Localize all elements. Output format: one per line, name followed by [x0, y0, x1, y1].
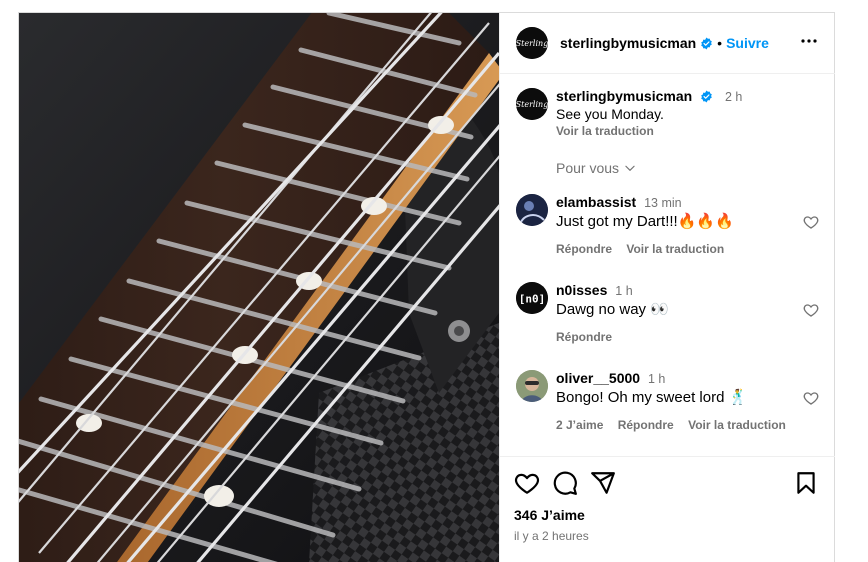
comment-like-heart-icon[interactable] [803, 214, 819, 235]
comment-text: Just got my Dart!!!🔥🔥🔥 [556, 213, 734, 230]
bookmark-icon[interactable] [793, 470, 819, 496]
comments-list[interactable]: Sterling sterlingbymusicman 2 h See you … [500, 75, 835, 455]
heart-icon[interactable] [514, 470, 540, 496]
comment-item: oliver__5000 1 h Bongo! Oh my sweet lord… [516, 370, 819, 432]
caption-translate-link[interactable]: Voir la traduction [556, 123, 819, 140]
verified-badge-icon [701, 90, 712, 103]
caption-username[interactable]: sterlingbymusicman [556, 88, 692, 104]
post-actions: 346 J’aime il y a 2 heures [500, 456, 835, 543]
caption-text: See you Monday. [556, 106, 664, 122]
comment-time: 1 h [615, 284, 633, 298]
avatar[interactable]: [n0] [516, 282, 548, 314]
comment-time: 1 h [647, 372, 666, 386]
brand-logo-icon: Sterling [516, 88, 548, 120]
chevron-down-icon [625, 165, 635, 171]
comment-like-heart-icon[interactable] [803, 390, 819, 411]
n0isses-logo-icon: [n0] [516, 282, 548, 314]
reply-link[interactable]: Répondre [556, 242, 612, 256]
user-photo-icon [516, 194, 548, 226]
caption-time: 2 h [724, 90, 743, 104]
post-photo[interactable] [19, 13, 499, 562]
reply-link[interactable]: Répondre [556, 330, 612, 344]
translate-link[interactable]: Voir la traduction [626, 242, 724, 256]
comment-item: [n0] n0isses 1 h Dawg no way 👀 Répondre [516, 282, 819, 344]
svg-text:Sterling: Sterling [516, 39, 548, 48]
bass-guitar-neck-image [19, 13, 499, 562]
avatar[interactable] [516, 370, 548, 402]
translate-link[interactable]: Voir la traduction [688, 418, 786, 432]
comment-time: 13 min [644, 196, 682, 210]
comment-likes-link[interactable]: 2 J’aime [556, 418, 603, 432]
header-username[interactable]: sterlingbymusicman [560, 35, 696, 51]
comment-icon[interactable] [552, 470, 578, 496]
post-frame: Sterling sterlingbymusicman • Suivre Ste [18, 12, 835, 562]
comment-like-heart-icon[interactable] [803, 302, 819, 323]
comment-item: elambassist 13 min Just got my Dart!!!🔥🔥… [516, 194, 819, 256]
share-icon[interactable] [590, 470, 616, 496]
verified-badge-icon [701, 37, 712, 49]
comment-username[interactable]: oliver__5000 [556, 370, 640, 386]
brand-logo-icon: Sterling [516, 27, 548, 59]
post-side-panel: Sterling sterlingbymusicman • Suivre Ste [499, 13, 835, 562]
post-timestamp[interactable]: il y a 2 heures [514, 529, 819, 543]
svg-text:Sterling: Sterling [516, 100, 548, 109]
follow-button[interactable]: Suivre [726, 35, 769, 51]
comment-text: Dawg no way 👀 [556, 301, 669, 318]
caption: Sterling sterlingbymusicman 2 h See you … [516, 88, 819, 140]
more-options-icon[interactable] [797, 29, 821, 58]
comment-username[interactable]: n0isses [556, 282, 607, 298]
avatar[interactable]: Sterling [516, 27, 548, 59]
pour-vous-label: Pour vous [556, 160, 620, 176]
svg-text:[n0]: [n0] [519, 293, 546, 306]
user-photo-icon [516, 370, 548, 402]
dot-separator: • [717, 35, 723, 51]
avatar[interactable]: Sterling [516, 88, 548, 120]
comment-username[interactable]: elambassist [556, 194, 636, 210]
avatar[interactable] [516, 194, 548, 226]
pour-vous-filter[interactable]: Pour vous [556, 160, 819, 176]
reply-link[interactable]: Répondre [618, 418, 674, 432]
comment-text: Bongo! Oh my sweet lord 🕺 [556, 389, 748, 406]
post-header: Sterling sterlingbymusicman • Suivre [500, 13, 835, 74]
likes-count[interactable]: 346 J’aime [514, 507, 819, 523]
